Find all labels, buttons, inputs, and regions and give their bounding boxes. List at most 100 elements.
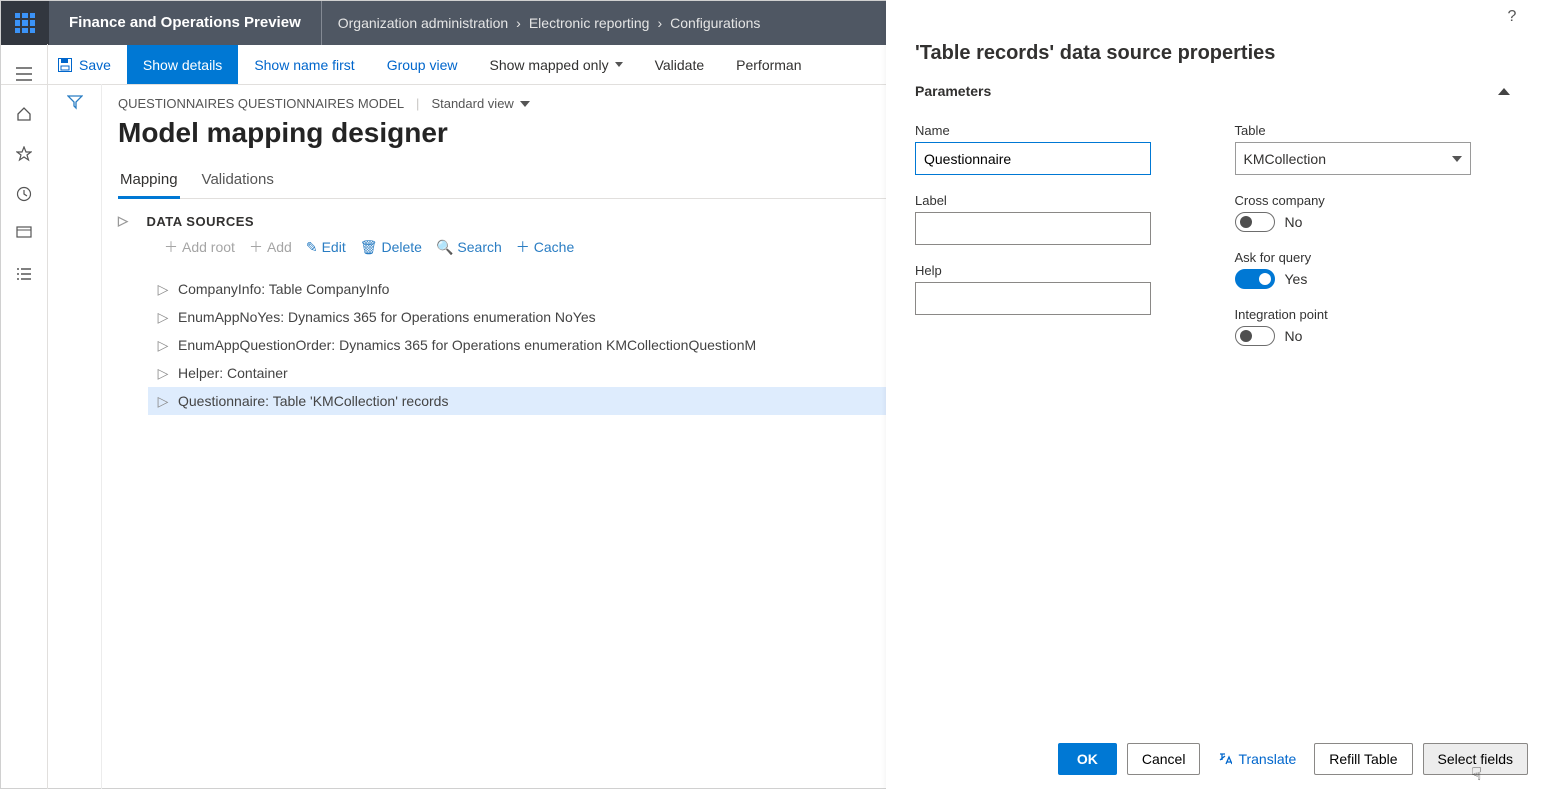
workspaces-button[interactable]: [0, 214, 48, 254]
home-button[interactable]: [0, 94, 48, 134]
table-select[interactable]: KMCollection: [1235, 142, 1471, 175]
view-label-text: Standard view: [431, 96, 513, 111]
name-field-group: Name: [915, 123, 1195, 175]
translate-button[interactable]: Translate: [1210, 751, 1304, 767]
recent-button[interactable]: [0, 174, 48, 214]
pencil-icon: ✎: [306, 239, 318, 256]
cross-company-toggle[interactable]: [1235, 212, 1275, 232]
save-button[interactable]: Save: [49, 45, 127, 84]
trash-icon: 🗑: [360, 239, 378, 256]
show-details-label: Show details: [143, 57, 222, 73]
delete-label: Delete: [382, 239, 422, 255]
app-launcher-button[interactable]: [1, 1, 49, 45]
add-root-button[interactable]: ＋Add root: [164, 237, 235, 257]
add-button[interactable]: ＋Add: [249, 237, 292, 257]
show-details-button[interactable]: Show details: [127, 45, 238, 84]
chevron-right-icon: ›: [516, 15, 521, 31]
properties-pane: ? 'Table records' data source properties…: [886, 0, 1542, 789]
pane-header: ?: [887, 0, 1542, 34]
edit-button[interactable]: ✎Edit: [306, 237, 346, 257]
validate-button[interactable]: Validate: [639, 45, 721, 84]
modules-button[interactable]: [0, 254, 48, 294]
cancel-button[interactable]: Cancel: [1127, 743, 1201, 775]
ask-query-label: Ask for query: [1235, 250, 1515, 265]
expand-toggle[interactable]: ▷: [118, 213, 129, 229]
expand-icon[interactable]: ▷: [148, 365, 178, 382]
tab-mapping[interactable]: Mapping: [118, 163, 180, 199]
cross-company-field-group: Cross company No: [1235, 193, 1515, 232]
integration-label: Integration point: [1235, 307, 1515, 322]
pane-footer: OK Cancel Translate Refill Table Select …: [1058, 743, 1528, 775]
tree-item-label: EnumAppQuestionOrder: Dynamics 365 for O…: [178, 337, 756, 353]
integration-toggle[interactable]: [1235, 326, 1275, 346]
hamburger-button[interactable]: [0, 54, 48, 94]
plus-icon: ＋: [249, 237, 263, 257]
performance-button[interactable]: Performan: [720, 45, 817, 84]
list-icon: [16, 266, 32, 282]
search-label: Search: [457, 239, 501, 255]
table-value: KMCollection: [1244, 151, 1326, 167]
filter-button[interactable]: [67, 94, 83, 113]
expand-icon[interactable]: ▷: [148, 393, 178, 410]
search-button[interactable]: 🔍Search: [436, 237, 502, 257]
data-sources-title: DATA SOURCES: [147, 214, 255, 229]
pane-title: 'Table records' data source properties: [887, 34, 1542, 77]
expand-icon[interactable]: ▷: [148, 281, 178, 298]
cache-label: Cache: [534, 239, 574, 255]
cache-button[interactable]: ＋Cache: [516, 237, 574, 257]
tree-item-label: Questionnaire: Table 'KMCollection' reco…: [178, 393, 448, 409]
translate-icon: [1218, 752, 1232, 766]
table-label: Table: [1235, 123, 1515, 138]
add-root-label: Add root: [182, 239, 235, 255]
parameters-body: Name Label Help Table KMCollection: [887, 103, 1542, 384]
tree-item-label: Helper: Container: [178, 365, 288, 381]
favorites-button[interactable]: [0, 134, 48, 174]
divider: |: [416, 96, 419, 111]
view-selector[interactable]: Standard view: [431, 96, 529, 111]
group-view-button[interactable]: Group view: [371, 45, 474, 84]
name-input[interactable]: [915, 142, 1151, 175]
help-button[interactable]: ?: [1498, 3, 1526, 31]
help-input[interactable]: [915, 282, 1151, 315]
ask-query-field-group: Ask for query Yes: [1235, 250, 1515, 289]
breadcrumb-item[interactable]: Configurations: [670, 15, 760, 31]
validate-label: Validate: [655, 57, 705, 73]
search-icon: 🔍: [436, 239, 453, 256]
context-label: QUESTIONNAIRES QUESTIONNAIRES MODEL: [118, 96, 404, 111]
home-icon: [16, 106, 32, 122]
refill-table-button[interactable]: Refill Table: [1314, 743, 1412, 775]
help-label: Help: [915, 263, 1195, 278]
tree-item-label: CompanyInfo: Table CompanyInfo: [178, 281, 389, 297]
show-mapped-only-button[interactable]: Show mapped only: [474, 45, 639, 84]
ok-button[interactable]: OK: [1058, 743, 1117, 775]
ask-query-toggle[interactable]: [1235, 269, 1275, 289]
breadcrumb-item[interactable]: Organization administration: [338, 15, 508, 31]
parameters-section-header[interactable]: Parameters: [887, 77, 1542, 103]
label-field-group: Label: [915, 193, 1195, 245]
group-view-label: Group view: [387, 57, 458, 73]
help-field-group: Help: [915, 263, 1195, 315]
add-label: Add: [267, 239, 292, 255]
tab-validations[interactable]: Validations: [200, 163, 276, 198]
delete-button[interactable]: 🗑Delete: [360, 237, 422, 257]
cross-company-value: No: [1285, 214, 1303, 230]
show-mapped-only-label: Show mapped only: [490, 57, 609, 73]
edit-label: Edit: [322, 239, 346, 255]
hamburger-icon: [16, 67, 32, 81]
left-column: Name Label Help: [915, 123, 1195, 364]
select-fields-button[interactable]: Select fields: [1423, 743, 1528, 775]
performance-label: Performan: [736, 57, 801, 73]
filter-strip: [48, 84, 102, 789]
expand-icon[interactable]: ▷: [148, 337, 178, 354]
label-input[interactable]: [915, 212, 1151, 245]
expand-icon[interactable]: ▷: [148, 309, 178, 326]
translate-label: Translate: [1238, 751, 1296, 767]
integration-field-group: Integration point No: [1235, 307, 1515, 346]
app-title: Finance and Operations Preview: [49, 1, 322, 45]
tree-item-label: EnumAppNoYes: Dynamics 365 for Operation…: [178, 309, 596, 325]
breadcrumb-item[interactable]: Electronic reporting: [529, 15, 650, 31]
ask-query-value: Yes: [1285, 271, 1308, 287]
chevron-up-icon: [1498, 88, 1510, 95]
show-name-first-button[interactable]: Show name first: [238, 45, 370, 84]
show-name-first-label: Show name first: [254, 57, 354, 73]
